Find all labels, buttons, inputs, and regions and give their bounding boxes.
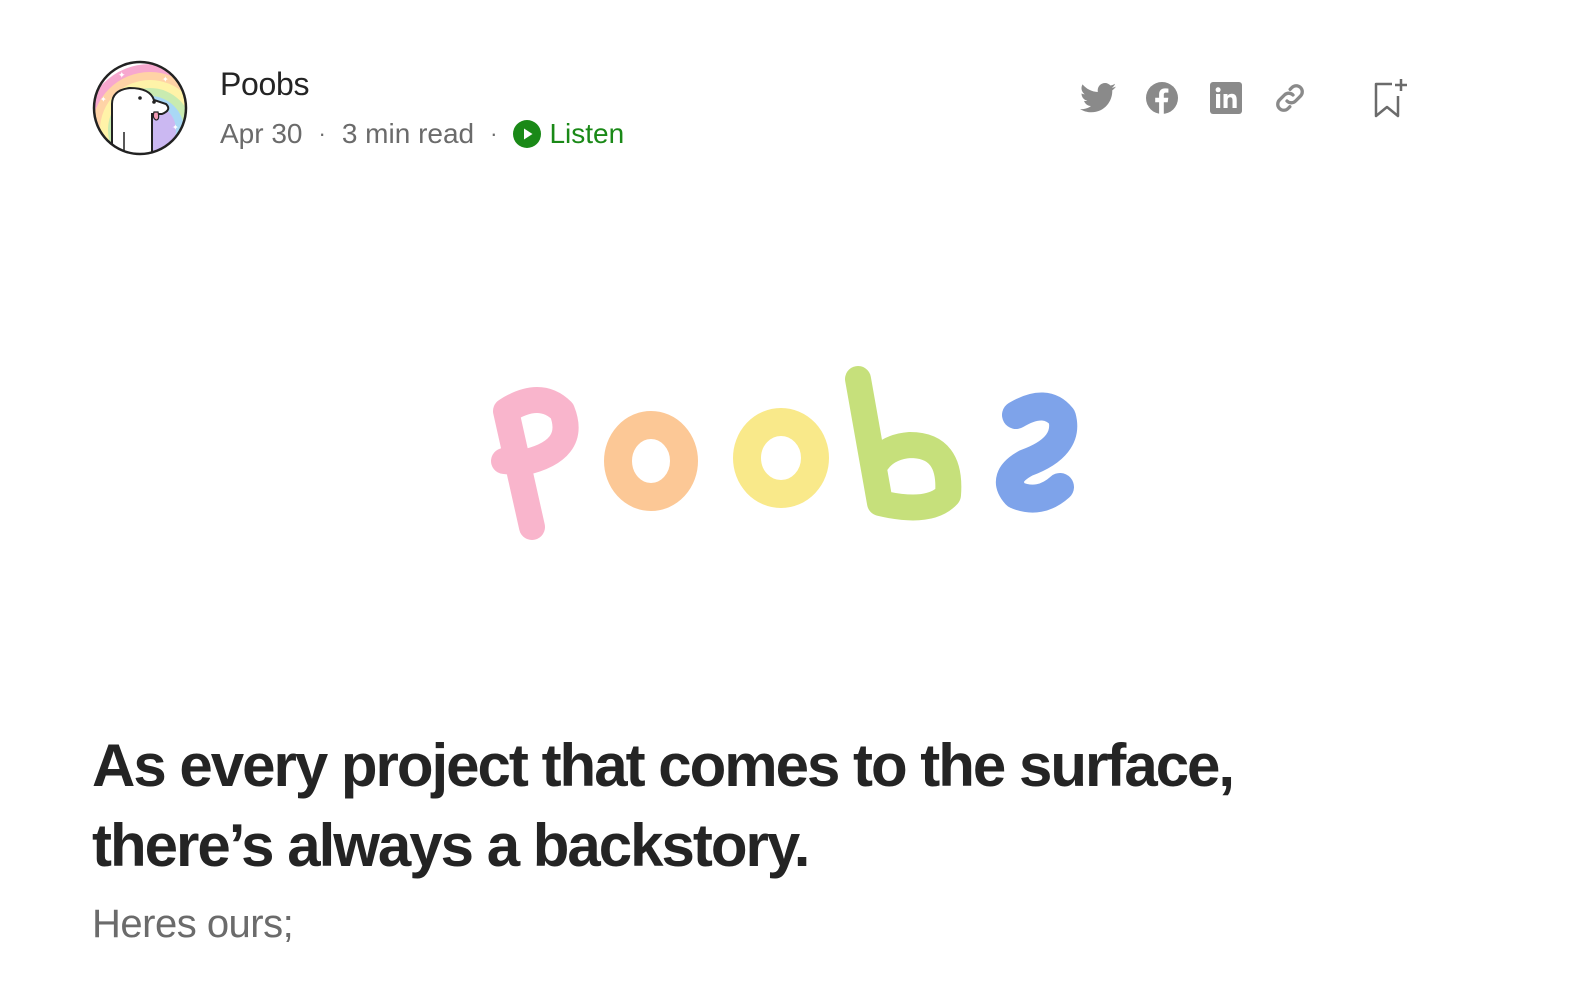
listen-label: Listen xyxy=(549,118,625,149)
svg-text:✦: ✦ xyxy=(100,95,107,104)
svg-text:✦: ✦ xyxy=(118,70,126,80)
bookmark-add-icon[interactable] xyxy=(1368,78,1408,118)
article-subtitle: Heres ours; xyxy=(92,902,294,946)
wordmark-letter-o xyxy=(604,411,698,511)
read-time: 3 min read xyxy=(341,118,475,149)
listen-button[interactable]: Listen xyxy=(513,118,624,150)
svg-text:✦: ✦ xyxy=(172,123,179,132)
author-name[interactable]: Poobs xyxy=(220,66,310,103)
publish-date: Apr 30 xyxy=(220,118,303,149)
share-actions xyxy=(1078,78,1408,118)
article-meta: Apr 30 · 3 min read · Listen xyxy=(220,118,624,150)
play-icon xyxy=(513,120,542,148)
link-icon[interactable] xyxy=(1270,78,1310,118)
twitter-icon[interactable] xyxy=(1078,78,1118,118)
linkedin-icon[interactable] xyxy=(1206,78,1246,118)
rainbow-creature-avatar-icon: ✦ ✦ ✦ ✦ xyxy=(92,60,188,156)
wordmark-letter-b xyxy=(845,366,962,521)
meta-separator: · xyxy=(490,121,498,146)
wordmark-letter-o xyxy=(733,408,829,508)
svg-text:✦: ✦ xyxy=(162,75,169,84)
wordmark-letter-s xyxy=(996,392,1078,513)
meta-separator: · xyxy=(318,121,326,146)
article-headline: As every project that comes to the surfa… xyxy=(92,732,1235,879)
author-avatar[interactable]: ✦ ✦ ✦ ✦ xyxy=(92,60,188,156)
wordmark-letter-p xyxy=(491,387,579,540)
facebook-icon[interactable] xyxy=(1142,78,1182,118)
poobs-wordmark-logo xyxy=(491,366,1078,540)
hero-image xyxy=(470,355,1110,555)
